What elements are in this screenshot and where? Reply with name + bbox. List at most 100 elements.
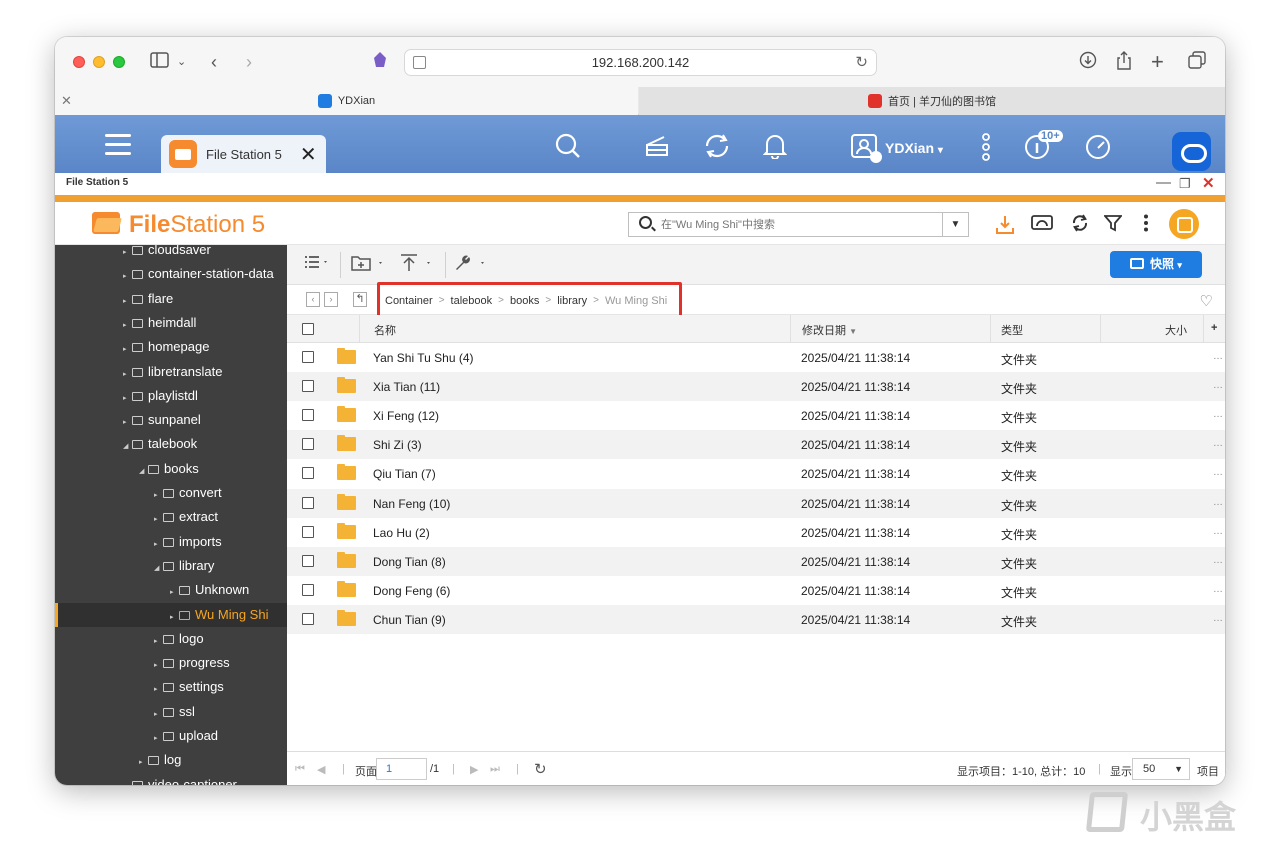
path-forward-button[interactable]: › [324, 292, 338, 307]
parent-folder-button[interactable]: ↰ [353, 292, 367, 307]
tree-item[interactable]: ▸ flare [55, 287, 287, 311]
tree-item[interactable]: ▸ heimdall [55, 311, 287, 335]
file-name[interactable]: Dong Feng (6) [373, 584, 450, 598]
close-tab-icon[interactable]: ✕ [61, 93, 72, 109]
table-row[interactable]: Yan Shi Tu Shu (4) 2025/04/21 11:38:14 文件夹… [287, 343, 1225, 372]
tree-item[interactable]: ▸ video-captioner [55, 773, 287, 785]
more-vertical-icon[interactable] [1143, 214, 1149, 237]
tree-item[interactable]: ▸ cloudsaver [55, 245, 287, 262]
row-more-icon[interactable]: … [1213, 584, 1223, 595]
address-bar[interactable]: 192.168.200.142 ↻ [404, 49, 877, 76]
breadcrumb-item[interactable]: books [510, 295, 539, 307]
new-tab-icon[interactable]: + [1151, 51, 1164, 73]
row-more-icon[interactable]: … [1213, 438, 1223, 449]
column-header-name[interactable]: 名称 [374, 322, 396, 338]
file-name[interactable]: Lao Hu (2) [373, 526, 430, 540]
row-more-icon[interactable]: … [1213, 613, 1223, 624]
create-folder-icon[interactable] [351, 254, 387, 276]
table-row[interactable]: Dong Tian (8) 2025/04/21 11:38:14 文件夹… [287, 546, 1225, 576]
more-options-icon[interactable] [981, 133, 991, 166]
row-checkbox[interactable] [302, 612, 314, 625]
tree-item[interactable]: ▸ homepage [55, 335, 287, 359]
search-box[interactable]: ▼ [628, 212, 969, 237]
column-header-size[interactable]: 大小 [1165, 322, 1187, 338]
minimize-icon[interactable]: — [1156, 174, 1171, 191]
download-icon[interactable] [1079, 51, 1097, 73]
close-window-button[interactable] [73, 56, 85, 68]
row-more-icon[interactable]: … [1213, 555, 1223, 566]
table-row[interactable]: Qiu Tian (7) 2025/04/21 11:38:14 文件夹… [287, 459, 1225, 488]
tree-item[interactable]: ▸ playlistdl [55, 384, 287, 408]
forward-arrow-icon[interactable]: › [246, 51, 252, 73]
file-name[interactable]: Yan Shi Tu Shu (4) [373, 351, 474, 365]
table-row[interactable]: Xia Tian (11) 2025/04/21 11:38:14 文件夹… [287, 372, 1225, 402]
search-icon[interactable] [555, 133, 581, 164]
app-tab-file-station[interactable]: File Station 5 ✕ [161, 135, 326, 173]
search-input[interactable] [661, 216, 931, 234]
file-name[interactable]: Shi Zi (3) [373, 438, 422, 452]
tabs-overview-icon[interactable] [1188, 51, 1206, 73]
row-checkbox[interactable] [302, 467, 314, 480]
tools-wrench-icon[interactable] [453, 254, 489, 276]
tree-item[interactable]: ▸ ssl [55, 700, 287, 724]
tree-item[interactable]: ▸ logo [55, 627, 287, 651]
tree-item[interactable]: ◢ books [55, 457, 287, 481]
file-name[interactable]: Chun Tian (9) [373, 613, 446, 627]
notification-bell-icon[interactable] [762, 133, 788, 164]
row-checkbox[interactable] [302, 525, 314, 538]
row-checkbox[interactable] [302, 438, 314, 451]
reload-icon[interactable]: ↻ [855, 53, 868, 71]
row-checkbox[interactable] [302, 496, 314, 509]
remote-mount-icon[interactable] [1031, 214, 1053, 237]
extension-icon[interactable] [372, 51, 388, 73]
minimize-window-button[interactable] [93, 56, 105, 68]
snapshot-manager-icon[interactable] [1169, 209, 1199, 239]
column-header-type[interactable]: 类型 [1001, 322, 1023, 338]
file-name[interactable]: Xi Feng (12) [373, 409, 439, 423]
tree-item[interactable]: ▸ libretranslate [55, 360, 287, 384]
breadcrumb-item[interactable]: Container [385, 295, 433, 307]
row-checkbox[interactable] [302, 554, 314, 567]
myqnapcloud-icon[interactable] [1172, 132, 1211, 171]
main-menu-icon[interactable] [105, 134, 131, 161]
sidebar-toggle-icon[interactable] [149, 51, 169, 73]
row-more-icon[interactable]: … [1213, 351, 1223, 362]
tree-item[interactable]: ◢ library [55, 554, 287, 578]
tree-item[interactable]: ▸ extract [55, 505, 287, 529]
table-row[interactable]: Shi Zi (3) 2025/04/21 11:38:14 文件夹… [287, 430, 1225, 460]
user-avatar-icon[interactable] [850, 133, 882, 168]
row-more-icon[interactable]: … [1213, 497, 1223, 508]
breadcrumb-item[interactable]: talebook [451, 295, 493, 307]
row-more-icon[interactable]: … [1213, 526, 1223, 537]
view-mode-icon[interactable] [304, 254, 330, 274]
row-more-icon[interactable]: … [1213, 409, 1223, 420]
table-row[interactable]: Lao Hu (2) 2025/04/21 11:38:14 文件夹… [287, 518, 1225, 547]
path-back-button[interactable]: ‹ [306, 292, 320, 307]
prev-page-icon[interactable]: ◀ [317, 763, 325, 776]
table-row[interactable]: Chun Tian (9) 2025/04/21 11:38:14 文件夹… [287, 604, 1225, 634]
back-arrow-icon[interactable]: ‹ [211, 51, 217, 73]
sync-icon[interactable] [703, 133, 731, 164]
browser-tab-library[interactable]: 首页 | 羊刀仙的图书馆 [639, 87, 1225, 115]
table-row[interactable]: Dong Feng (6) 2025/04/21 11:38:14 文件夹… [287, 576, 1225, 605]
row-more-icon[interactable]: … [1213, 467, 1223, 478]
upload-arrow-icon[interactable] [399, 254, 435, 276]
browser-tab-ydxian[interactable]: ✕ YDXian [55, 87, 638, 115]
tree-item[interactable]: ◢ talebook [55, 432, 287, 456]
row-more-icon[interactable]: … [1213, 380, 1223, 391]
row-checkbox[interactable] [302, 409, 314, 422]
tree-item[interactable]: ▸ settings [55, 675, 287, 699]
items-per-page-select[interactable]: 50 ▼ [1132, 758, 1190, 780]
filter-icon[interactable] [1103, 214, 1123, 237]
background-task-icon[interactable] [644, 133, 670, 162]
tree-item[interactable]: ▸ upload [55, 724, 287, 748]
tree-item[interactable]: ▸ log [55, 748, 287, 772]
file-name[interactable]: Nan Feng (10) [373, 497, 450, 511]
chevron-down-icon[interactable]: ⌄ [177, 51, 186, 73]
tree-item[interactable]: ▸ convert [55, 481, 287, 505]
row-checkbox[interactable] [302, 351, 314, 363]
refresh-icon[interactable] [1071, 214, 1089, 237]
share-icon[interactable] [1116, 51, 1132, 73]
row-checkbox[interactable] [302, 583, 314, 596]
add-column-button[interactable]: + [1211, 322, 1217, 334]
